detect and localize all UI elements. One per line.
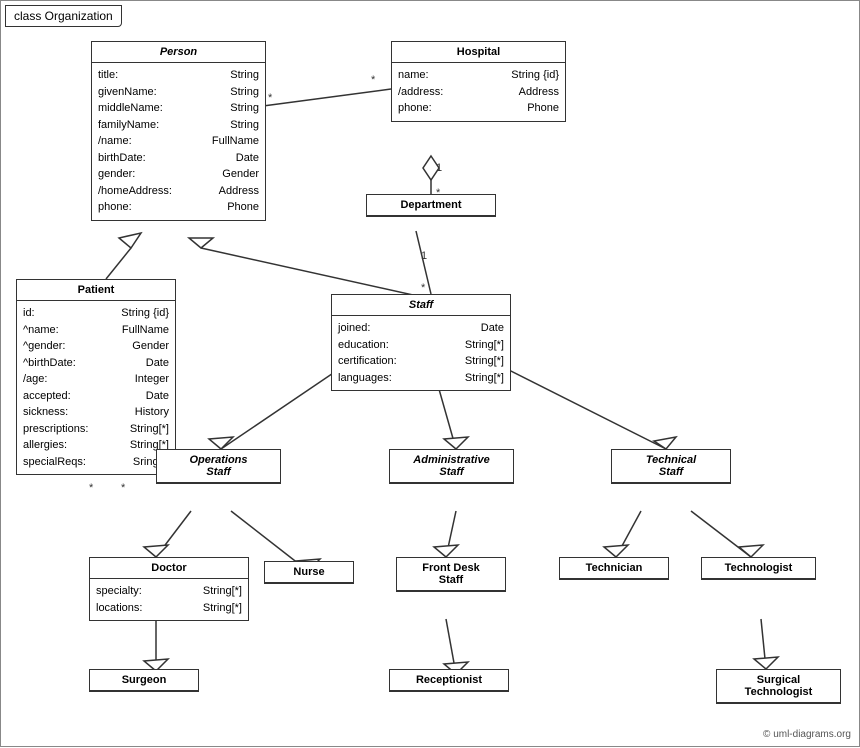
svg-text:*: * <box>421 282 426 294</box>
class-hospital: Hospital name:String {id} /address:Addre… <box>391 41 566 122</box>
class-technical-staff: TechnicalStaff <box>611 449 731 484</box>
class-front-desk-staff-name: Front DeskStaff <box>397 558 505 591</box>
copyright: © uml-diagrams.org <box>763 729 851 740</box>
class-person-attrs: title:String givenName:String middleName… <box>92 63 265 220</box>
class-operations-staff-name: OperationsStaff <box>157 450 280 483</box>
svg-text:*: * <box>121 482 126 494</box>
svg-text:*: * <box>371 74 376 86</box>
class-technologist: Technologist <box>701 557 816 580</box>
svg-text:1: 1 <box>421 250 427 262</box>
class-staff: Staff joined:Date education:String[*] ce… <box>331 294 511 391</box>
class-patient-name: Patient <box>17 280 175 301</box>
class-technician-name: Technician <box>560 558 668 579</box>
class-front-desk-staff: Front DeskStaff <box>396 557 506 592</box>
class-surgeon-name: Surgeon <box>90 670 198 691</box>
diagram-title: class Organization <box>5 5 122 27</box>
class-patient-attrs: id:String {id} ^name:FullName ^gender:Ge… <box>17 301 175 474</box>
class-doctor-name: Doctor <box>90 558 248 579</box>
class-operations-staff: OperationsStaff <box>156 449 281 484</box>
class-technical-staff-name: TechnicalStaff <box>612 450 730 483</box>
class-department: Department <box>366 194 496 217</box>
class-surgical-technologist-name: SurgicalTechnologist <box>717 670 840 703</box>
class-patient: Patient id:String {id} ^name:FullName ^g… <box>16 279 176 475</box>
diagram-container: class Organization * * 1 * 1 * * * <box>0 0 860 747</box>
class-doctor-attrs: specialty:String[*] locations:String[*] <box>90 579 248 620</box>
class-technologist-name: Technologist <box>702 558 815 579</box>
class-person-name: Person <box>92 42 265 63</box>
class-nurse: Nurse <box>264 561 354 584</box>
class-hospital-attrs: name:String {id} /address:Address phone:… <box>392 63 565 121</box>
svg-text:*: * <box>89 482 94 494</box>
class-surgical-technologist: SurgicalTechnologist <box>716 669 841 704</box>
class-person: Person title:String givenName:String mid… <box>91 41 266 221</box>
class-technician: Technician <box>559 557 669 580</box>
class-hospital-name: Hospital <box>392 42 565 63</box>
class-doctor: Doctor specialty:String[*] locations:Str… <box>89 557 249 621</box>
class-staff-name: Staff <box>332 295 510 316</box>
class-receptionist: Receptionist <box>389 669 509 692</box>
class-department-name: Department <box>367 195 495 216</box>
class-staff-attrs: joined:Date education:String[*] certific… <box>332 316 510 390</box>
class-nurse-name: Nurse <box>265 562 353 583</box>
class-receptionist-name: Receptionist <box>390 670 508 691</box>
class-administrative-staff-name: AdministrativeStaff <box>390 450 513 483</box>
svg-text:*: * <box>268 92 273 104</box>
class-administrative-staff: AdministrativeStaff <box>389 449 514 484</box>
svg-text:1: 1 <box>436 162 442 174</box>
class-surgeon: Surgeon <box>89 669 199 692</box>
